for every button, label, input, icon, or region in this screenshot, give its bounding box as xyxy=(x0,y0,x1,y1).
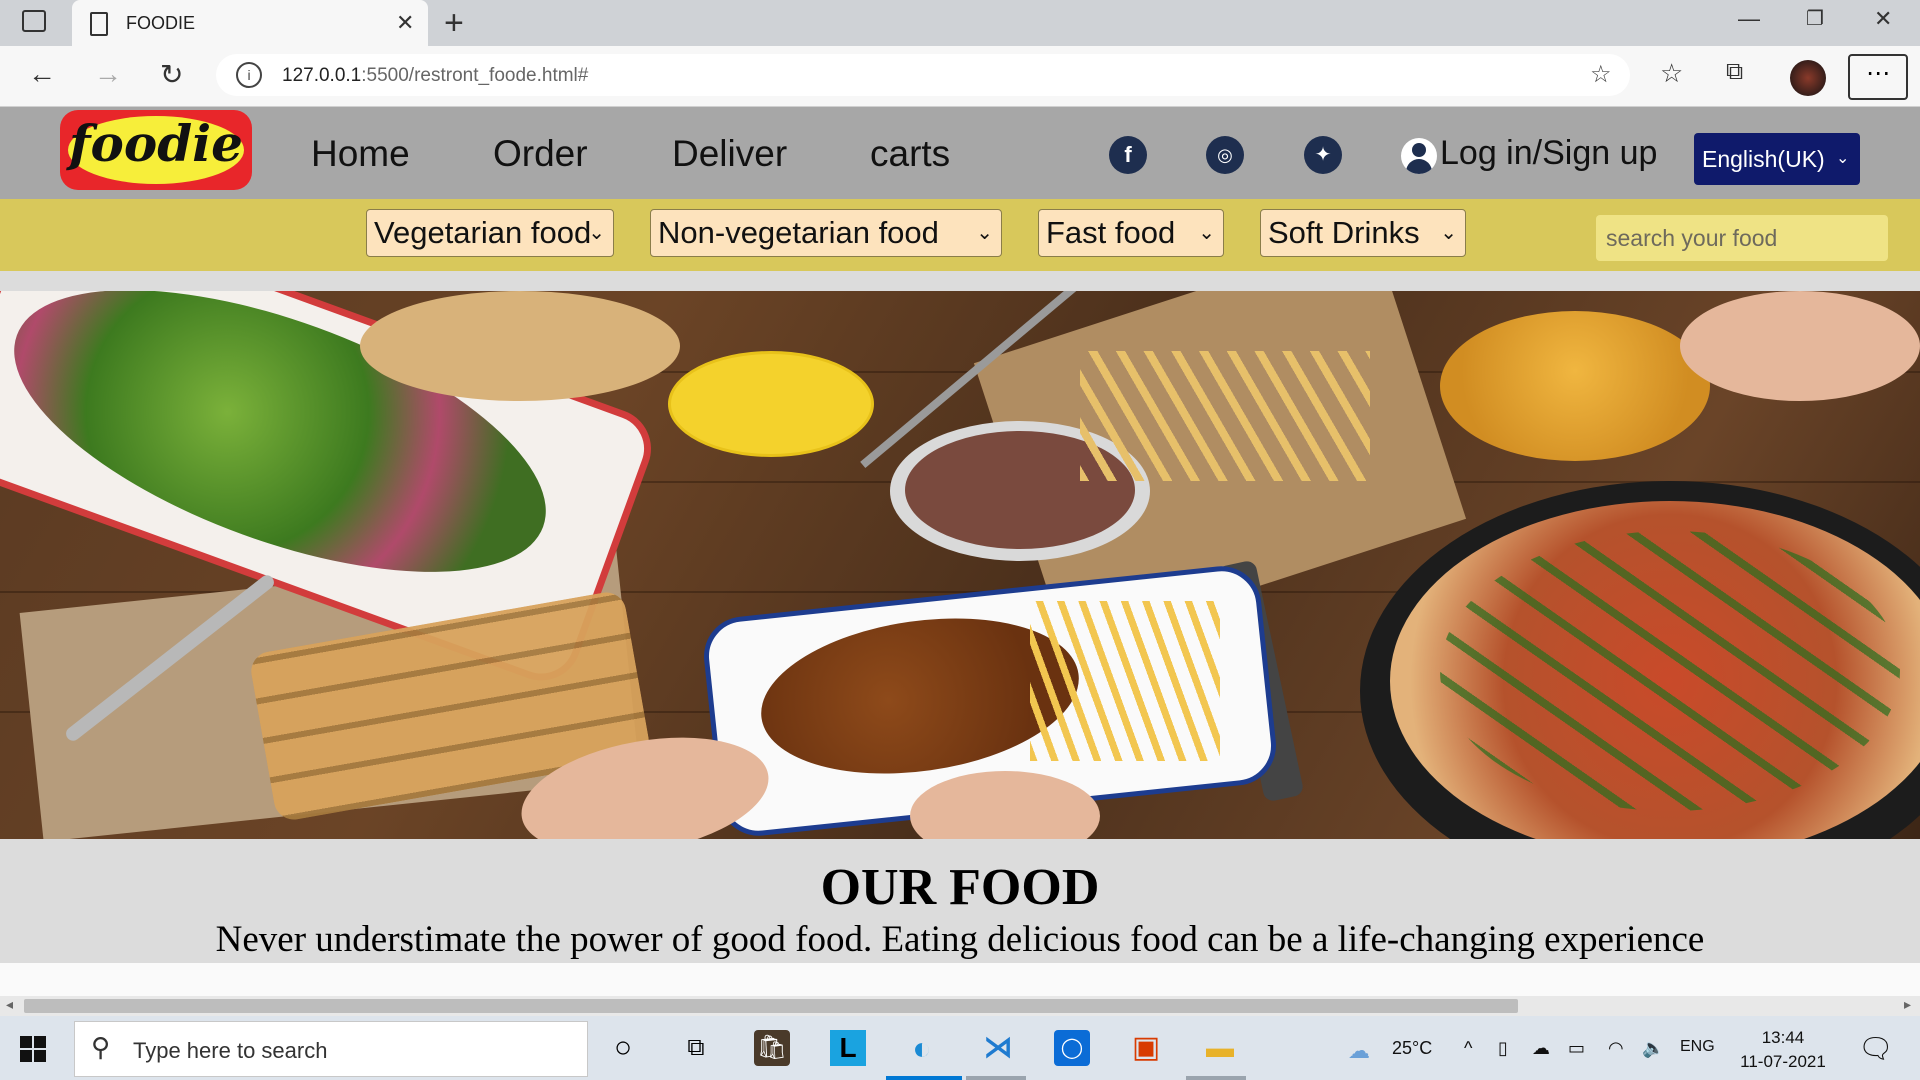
restore-icon[interactable]: ❐ xyxy=(1806,6,1824,31)
login-signup-link[interactable]: Log in/Sign up xyxy=(1440,134,1657,173)
page-icon xyxy=(90,12,108,36)
weather-temp[interactable]: 25°C xyxy=(1392,1038,1432,1059)
nav-carts[interactable]: carts xyxy=(870,133,950,175)
add-favorite-icon[interactable]: ☆ xyxy=(1590,60,1612,89)
windows-start-icon[interactable] xyxy=(20,1036,46,1062)
facebook-icon[interactable]: f xyxy=(1109,136,1147,174)
settings-more-icon[interactable]: ⋯ xyxy=(1848,54,1908,100)
site-header: foodie Home Order Deliver carts f ◎ ✦ Lo… xyxy=(0,107,1920,199)
instagram-icon[interactable]: ◎ xyxy=(1206,136,1244,174)
l-app-icon[interactable]: L xyxy=(830,1030,866,1066)
chevron-down-icon: ⌄ xyxy=(588,222,605,244)
file-explorer-icon[interactable]: ▬ xyxy=(1202,1030,1238,1066)
wifi-icon[interactable]: ◠ xyxy=(1608,1038,1624,1059)
nav-order[interactable]: Order xyxy=(493,133,588,175)
category-bar: Vegetarian food ⌄ Non-vegetarian food ⌄ Fa… xyxy=(0,199,1920,271)
horizontal-scrollbar[interactable]: ◂ ▸ xyxy=(0,996,1920,1016)
address-toolbar: ← → ↻ i 127.0.0.1:5500/restront_foode.ht… xyxy=(0,46,1920,107)
page-bottom xyxy=(0,963,1920,996)
nav-home[interactable]: Home xyxy=(311,133,410,175)
address-bar[interactable]: i 127.0.0.1:5500/restront_foode.html# ☆ xyxy=(216,54,1630,96)
device-icon[interactable]: ▯ xyxy=(1498,1038,1508,1059)
edge-active-indicator xyxy=(886,1076,962,1080)
fast-food-select[interactable]: Fast food ⌄ xyxy=(1038,209,1224,257)
minimize-icon[interactable]: — xyxy=(1738,6,1760,32)
vscode-icon[interactable]: ⋊ xyxy=(980,1030,1016,1066)
chevron-down-icon: ⌄ xyxy=(1836,150,1850,167)
browser-tab-strip: FOODIE ✕ + — ❐ ✕ xyxy=(0,0,1920,46)
profile-avatar[interactable] xyxy=(1790,60,1826,96)
new-tab-icon[interactable]: + xyxy=(444,4,464,43)
language-select[interactable]: English(UK) ⌄ xyxy=(1694,133,1860,185)
site-logo[interactable]: foodie xyxy=(60,110,252,190)
soft-drinks-select[interactable]: Soft Drinks ⌄ xyxy=(1260,209,1466,257)
taskbar-search-box[interactable]: ⚲ Type here to search xyxy=(74,1021,588,1077)
info-icon[interactable]: i xyxy=(236,62,262,88)
close-window-icon[interactable]: ✕ xyxy=(1874,6,1892,32)
edge-icon[interactable]: ◐ xyxy=(904,1030,940,1066)
weather-icon[interactable]: ☁ xyxy=(1348,1038,1370,1064)
collections-icon[interactable]: ⧉ xyxy=(1726,58,1743,86)
notification-icon[interactable]: 🗨 xyxy=(1858,1032,1894,1065)
food-search-input[interactable] xyxy=(1596,215,1888,261)
chevron-down-icon: ⌄ xyxy=(1198,222,1215,244)
section-tagline: Never understimate the power of good foo… xyxy=(215,919,1705,960)
back-icon[interactable]: ← xyxy=(28,58,56,90)
section-heading: OUR FOOD xyxy=(820,859,1100,916)
onedrive-icon[interactable]: ☁ xyxy=(1532,1038,1550,1059)
tab-actions-icon[interactable] xyxy=(22,10,46,32)
user-icon[interactable] xyxy=(1401,138,1437,174)
battery-icon[interactable]: ▭ xyxy=(1568,1038,1585,1059)
refresh-icon[interactable]: ↻ xyxy=(160,58,183,91)
scroll-left-icon[interactable]: ◂ xyxy=(6,996,13,1013)
chevron-down-icon: ⌄ xyxy=(976,222,993,244)
store-icon[interactable]: 🛍 xyxy=(754,1030,790,1066)
language-indicator[interactable]: ENG xyxy=(1680,1038,1715,1056)
chevron-down-icon: ⌄ xyxy=(1440,222,1457,244)
scroll-right-icon[interactable]: ▸ xyxy=(1904,996,1911,1013)
tab-title: FOODIE xyxy=(126,13,196,33)
office-icon[interactable]: ▣ xyxy=(1128,1030,1164,1066)
hero-food-image xyxy=(0,291,1920,839)
system-clock[interactable]: 13:44 11-07-2021 xyxy=(1738,1026,1828,1074)
vscode-open-indicator xyxy=(966,1076,1026,1080)
explorer-open-indicator xyxy=(1186,1076,1246,1080)
show-hidden-icons[interactable]: ^ xyxy=(1464,1038,1472,1059)
nav-deliver[interactable]: Deliver xyxy=(672,133,787,175)
non-vegetarian-select[interactable]: Non-vegetarian food ⌄ xyxy=(650,209,1002,257)
close-tab-icon[interactable]: ✕ xyxy=(396,10,414,36)
vegetarian-select[interactable]: Vegetarian food ⌄ xyxy=(366,209,614,257)
url-text: 127.0.0.1:5500/restront_foode.html# xyxy=(282,65,589,86)
task-view-icon[interactable]: ⧉ xyxy=(678,1030,714,1066)
outlook-icon[interactable]: ◯ xyxy=(1054,1030,1090,1066)
windows-taskbar: ⚲ Type here to search ○ ⧉ 🛍 L ◐ ⋊ ◯ ▣ ▬ … xyxy=(0,1016,1920,1080)
forward-icon[interactable]: → xyxy=(94,58,122,90)
cortana-icon[interactable]: ○ xyxy=(605,1030,641,1066)
search-icon: ⚲ xyxy=(91,1032,111,1062)
volume-icon[interactable]: 🔈 xyxy=(1642,1038,1664,1059)
twitter-icon[interactable]: ✦ xyxy=(1304,136,1342,174)
favorites-icon[interactable]: ☆ xyxy=(1660,58,1683,89)
scrollbar-thumb[interactable] xyxy=(24,999,1518,1013)
